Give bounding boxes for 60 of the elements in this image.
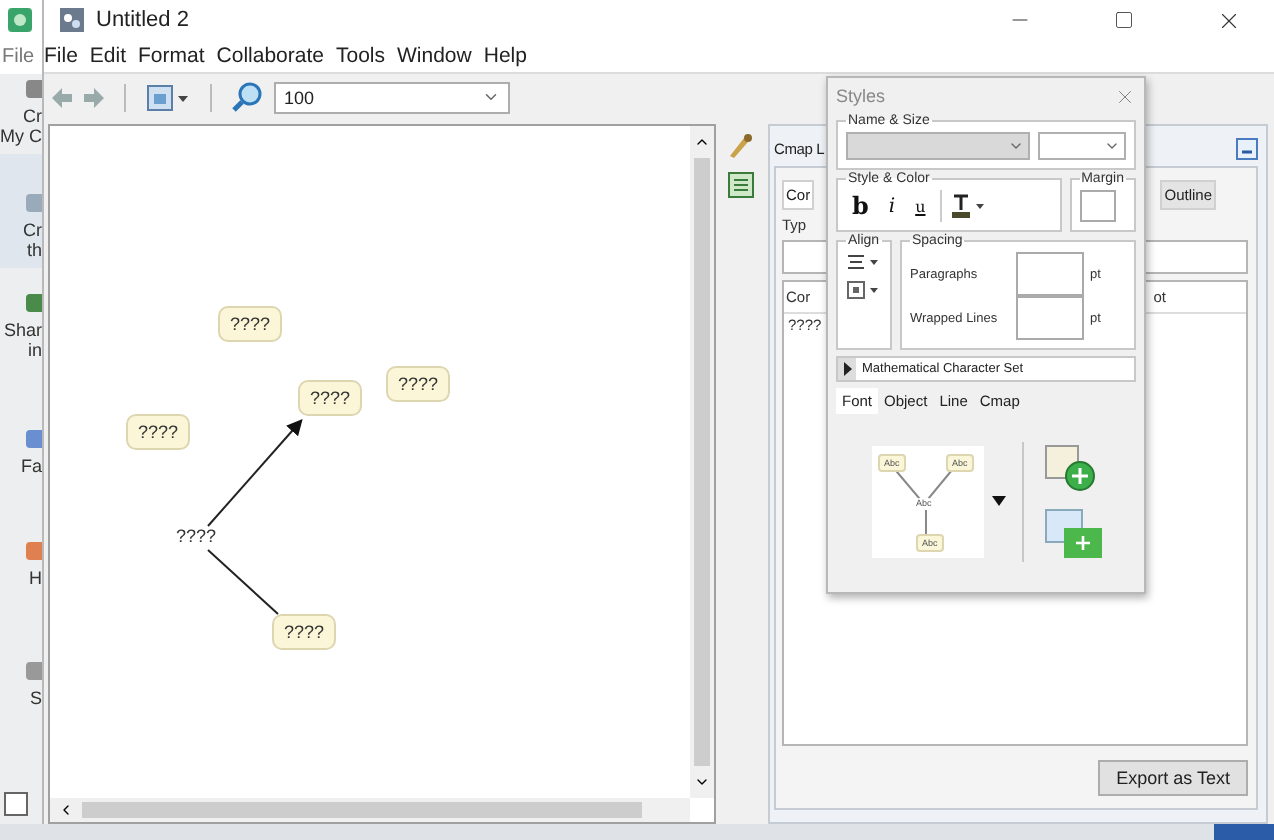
menu-item[interactable]: Format <box>138 44 205 68</box>
italic-button[interactable]: i <box>882 195 902 217</box>
app-icon <box>60 8 84 32</box>
concept-node[interactable]: ???? <box>218 306 283 342</box>
export-button[interactable]: Export as Text <box>1098 760 1248 796</box>
menu-item[interactable]: File <box>44 44 78 68</box>
chevron-down-icon <box>482 88 500 106</box>
chevron-down-icon[interactable] <box>694 774 710 790</box>
checkbox[interactable] <box>4 792 28 816</box>
chevron-down-icon <box>1104 138 1120 154</box>
caret-icon[interactable] <box>992 496 1006 506</box>
arrow <box>207 419 303 527</box>
linking-phrase[interactable]: ???? <box>166 520 227 552</box>
sidebar-item[interactable]: S <box>0 596 42 716</box>
menu-item[interactable]: File <box>0 40 42 74</box>
minimize-icon[interactable] <box>1236 137 1258 159</box>
pen-icon[interactable] <box>726 132 754 160</box>
chevron-down-icon <box>1008 138 1024 154</box>
align-icon[interactable] <box>846 280 882 300</box>
line-spacing-field[interactable] <box>1016 296 1084 340</box>
list-icon[interactable] <box>727 172 753 198</box>
sidebar-item[interactable]: H <box>0 484 42 596</box>
new-folder-icon[interactable] <box>1044 507 1104 559</box>
zoom-icon[interactable] <box>232 82 262 112</box>
sidebar-item[interactable]: Cr My C <box>0 74 42 154</box>
font-size-select[interactable] <box>1038 132 1126 160</box>
sidebar-item[interactable]: Fa <box>0 368 42 484</box>
sidebar-item[interactable]: Cr th <box>0 154 42 268</box>
image-icon[interactable] <box>146 83 190 111</box>
align-icon[interactable] <box>846 252 882 272</box>
paragraph-spacing-field[interactable] <box>1016 252 1084 296</box>
bold-button[interactable]: b <box>846 192 875 220</box>
concept-node[interactable]: ???? <box>126 414 191 450</box>
menu-item[interactable]: Help <box>483 44 527 68</box>
zoom-field[interactable]: 100 <box>274 81 510 113</box>
maximize-icon <box>1114 10 1134 30</box>
text-color-icon[interactable] <box>949 192 986 220</box>
concept-node[interactable]: ???? <box>272 614 337 650</box>
margin-field[interactable] <box>1079 190 1116 222</box>
menu-item[interactable]: Window <box>397 44 472 68</box>
expand-icon <box>838 358 856 380</box>
new-map-icon[interactable] <box>1044 443 1096 491</box>
underline-button[interactable]: u <box>909 197 932 215</box>
horizontal-scrollbar[interactable] <box>50 798 690 822</box>
sidebar-item[interactable]: Shar in <box>0 268 42 368</box>
vertical-scrollbar[interactable] <box>690 126 714 798</box>
window-title: Untitled 2 <box>96 8 191 32</box>
chevron-left-icon[interactable] <box>58 802 74 818</box>
back-icon[interactable] <box>52 87 72 107</box>
concept-node[interactable]: ???? <box>298 380 363 416</box>
menu-item[interactable]: Edit <box>89 44 127 68</box>
close-icon[interactable] <box>1114 85 1136 107</box>
connector-line <box>207 549 279 615</box>
app-icon[interactable] <box>8 8 32 32</box>
chevron-up-icon[interactable] <box>694 134 710 150</box>
menu-item[interactable]: Tools <box>335 44 385 68</box>
concept-node[interactable]: ???? <box>386 366 451 402</box>
forward-icon[interactable] <box>84 87 104 107</box>
menu-item[interactable]: Collaborate <box>216 44 324 68</box>
window-title: Styles <box>836 86 886 106</box>
